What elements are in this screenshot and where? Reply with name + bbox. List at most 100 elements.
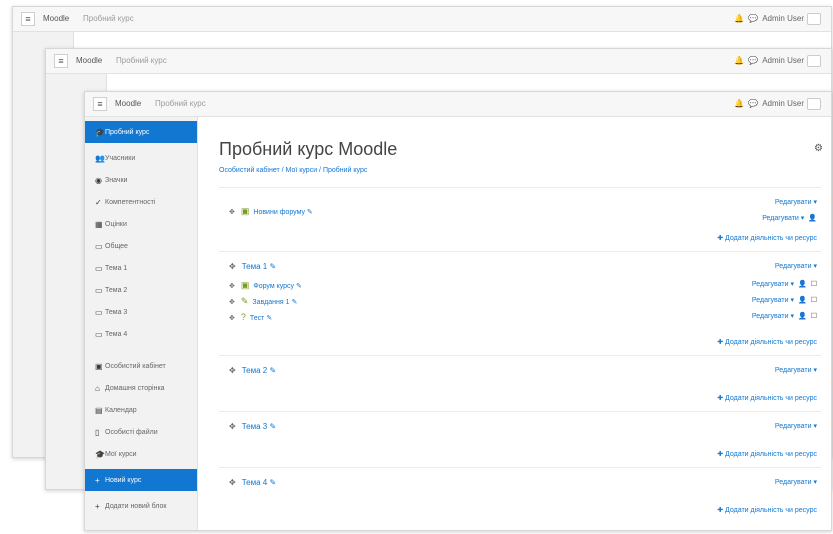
- activity-name[interactable]: Завдання 1: [252, 299, 289, 306]
- sidebar-item-label: Календар: [105, 406, 137, 414]
- edit-pencil-icon[interactable]: ✎: [267, 422, 276, 431]
- avatar[interactable]: [807, 13, 821, 25]
- menu-toggle-button[interactable]: ≡: [93, 97, 107, 111]
- sidebar-item[interactable]: 🎓 Мої курси: [85, 443, 197, 465]
- move-icon[interactable]: ✥: [229, 315, 235, 322]
- role-icon[interactable]: 👤: [798, 281, 807, 288]
- sidebar-item[interactable]: ▭ Тема 3: [85, 301, 197, 323]
- sidebar-item[interactable]: ▤ Календар: [85, 399, 197, 421]
- site-name-link[interactable]: Moodle: [43, 14, 69, 23]
- navbar: ≡ Moodle Пробний курс 🔔 💬 Admin User: [85, 92, 831, 117]
- avatar[interactable]: [807, 98, 821, 110]
- role-icon[interactable]: 👤: [808, 215, 817, 222]
- move-icon[interactable]: ✥: [229, 283, 235, 290]
- section-edit-menu[interactable]: Редагувати ▾: [775, 478, 817, 486]
- section-title[interactable]: ✥ Тема 3 ✎: [229, 422, 276, 431]
- menu-toggle-button[interactable]: ≡: [54, 54, 68, 68]
- section-title-text: Тема 1: [241, 262, 268, 271]
- completion-checkbox[interactable]: ☐: [811, 313, 817, 320]
- activity-edit-menu[interactable]: Редагувати ▾ 👤 ☐: [752, 280, 817, 288]
- move-icon[interactable]: ✥: [229, 366, 236, 375]
- bell-icon[interactable]: 🔔: [734, 56, 744, 65]
- sidebar-item[interactable]: ▦ Оцінки: [85, 213, 197, 235]
- activity-name[interactable]: Новини форуму: [253, 209, 305, 216]
- edit-pencil-icon[interactable]: ✎: [290, 299, 297, 306]
- activity-edit-menu[interactable]: Редагувати ▾ 👤: [762, 214, 817, 222]
- add-activity-link[interactable]: ✚ Додати діяльність чи ресурс: [717, 506, 817, 514]
- bell-icon[interactable]: 🔔: [734, 14, 744, 23]
- sidebar-item[interactable]: ◉ Значки: [85, 169, 197, 191]
- move-icon[interactable]: ✥: [229, 209, 235, 216]
- activity-name[interactable]: Тест: [250, 315, 264, 322]
- sidebar-item[interactable]: + Додати новий блок: [85, 495, 197, 517]
- activity-edit-label[interactable]: Редагувати ▾: [752, 313, 794, 320]
- sidebar-item[interactable]: ✓ Компетентності: [85, 191, 197, 213]
- move-icon[interactable]: ✥: [229, 422, 236, 431]
- menu-toggle-button[interactable]: ≡: [21, 12, 35, 26]
- edit-pencil-icon[interactable]: ✎: [264, 315, 272, 322]
- completion-checkbox[interactable]: ☐: [811, 297, 817, 304]
- user-name[interactable]: Admin User: [762, 14, 804, 23]
- activity-item[interactable]: ✥ ▣ Форум курсу ✎: [229, 280, 302, 291]
- user-name[interactable]: Admin User: [762, 99, 804, 108]
- sidebar-item[interactable]: ▭ Общее: [85, 235, 197, 257]
- sidebar-item[interactable]: + Новий курс: [85, 469, 197, 491]
- sidebar-item[interactable]: ▭ Тема 2: [85, 279, 197, 301]
- site-name-link[interactable]: Moodle: [115, 99, 141, 108]
- edit-pencil-icon[interactable]: ✎: [305, 209, 313, 216]
- user-menu[interactable]: 🔔 💬 Admin User: [734, 55, 821, 67]
- add-activity-link[interactable]: ✚ Додати діяльність чи ресурс: [717, 234, 817, 242]
- section-title[interactable]: ✥ Тема 4 ✎: [229, 478, 276, 487]
- activity-edit-menu[interactable]: Редагувати ▾ 👤 ☐: [752, 312, 817, 320]
- completion-checkbox[interactable]: ☐: [811, 281, 817, 288]
- section-edit-menu[interactable]: Редагувати ▾: [775, 262, 817, 270]
- site-name-link[interactable]: Moodle: [76, 56, 102, 65]
- bell-icon[interactable]: 🔔: [734, 99, 744, 108]
- course-short-name[interactable]: Пробний курс: [155, 99, 206, 108]
- section-title[interactable]: ✥ Тема 2 ✎: [229, 366, 276, 375]
- course-short-name[interactable]: Пробний курс: [83, 14, 134, 23]
- activity-edit-label[interactable]: Редагувати ▾: [752, 281, 794, 288]
- gear-icon[interactable]: ⚙: [814, 143, 823, 154]
- activity-item[interactable]: ✥? Тест ✎: [229, 312, 272, 322]
- move-icon[interactable]: ✥: [229, 299, 235, 306]
- section-edit-menu[interactable]: Редагувати ▾: [775, 198, 817, 206]
- add-activity-link[interactable]: ✚ Додати діяльність чи ресурс: [717, 450, 817, 458]
- sidebar-item[interactable]: ▭ Тема 1: [85, 257, 197, 279]
- chat-icon[interactable]: 💬: [748, 99, 758, 108]
- sidebar-item[interactable]: ▣ Особистий кабінет: [85, 355, 197, 377]
- sidebar-item[interactable]: ▭ Тема 4: [85, 323, 197, 345]
- user-menu[interactable]: 🔔 💬 Admin User: [734, 13, 821, 25]
- activity-item[interactable]: ✥ ▣ Новини форуму ✎: [229, 206, 313, 217]
- section-edit-menu[interactable]: Редагувати ▾: [775, 422, 817, 430]
- user-menu[interactable]: 🔔 💬 Admin User: [734, 98, 821, 110]
- sidebar-item[interactable]: 👥 Учасники: [85, 147, 197, 169]
- avatar[interactable]: [807, 55, 821, 67]
- edit-pencil-icon[interactable]: ✎: [267, 478, 276, 487]
- section-edit-menu[interactable]: Редагувати ▾: [775, 366, 817, 374]
- section-title[interactable]: ✥ Тема 1 ✎: [229, 262, 276, 271]
- course-content: Пробний курс Moodle Особистий кабінет / …: [209, 117, 831, 530]
- sidebar-item[interactable]: 🎓 Пробний курс: [85, 121, 197, 143]
- move-icon[interactable]: ✥: [229, 478, 236, 487]
- activity-item[interactable]: ✥ ✎ Завдання 1 ✎: [229, 296, 297, 307]
- activity-edit-label[interactable]: Редагувати ▾: [752, 297, 794, 304]
- edit-pencil-icon[interactable]: ✎: [267, 366, 276, 375]
- role-icon[interactable]: 👤: [798, 297, 807, 304]
- activity-edit-menu[interactable]: Редагувати ▾ 👤 ☐: [752, 296, 817, 304]
- add-activity-link[interactable]: ✚ Додати діяльність чи ресурс: [717, 394, 817, 402]
- user-name[interactable]: Admin User: [762, 56, 804, 65]
- edit-pencil-icon[interactable]: ✎: [294, 283, 302, 290]
- activity-name[interactable]: Форум курсу: [253, 283, 294, 290]
- breadcrumb[interactable]: Особистий кабінет / Мої курси / Пробний …: [219, 167, 367, 174]
- activity-edit-label[interactable]: Редагувати ▾: [762, 215, 804, 222]
- sidebar-item[interactable]: ▯ Особисті файли: [85, 421, 197, 443]
- chat-icon[interactable]: 💬: [748, 56, 758, 65]
- course-short-name[interactable]: Пробний курс: [116, 56, 167, 65]
- role-icon[interactable]: 👤: [798, 313, 807, 320]
- add-activity-link[interactable]: ✚ Додати діяльність чи ресурс: [717, 338, 817, 346]
- edit-pencil-icon[interactable]: ✎: [267, 262, 276, 271]
- chat-icon[interactable]: 💬: [748, 14, 758, 23]
- sidebar-item[interactable]: ⌂ Домашня сторінка: [85, 377, 197, 399]
- move-icon[interactable]: ✥: [229, 262, 236, 271]
